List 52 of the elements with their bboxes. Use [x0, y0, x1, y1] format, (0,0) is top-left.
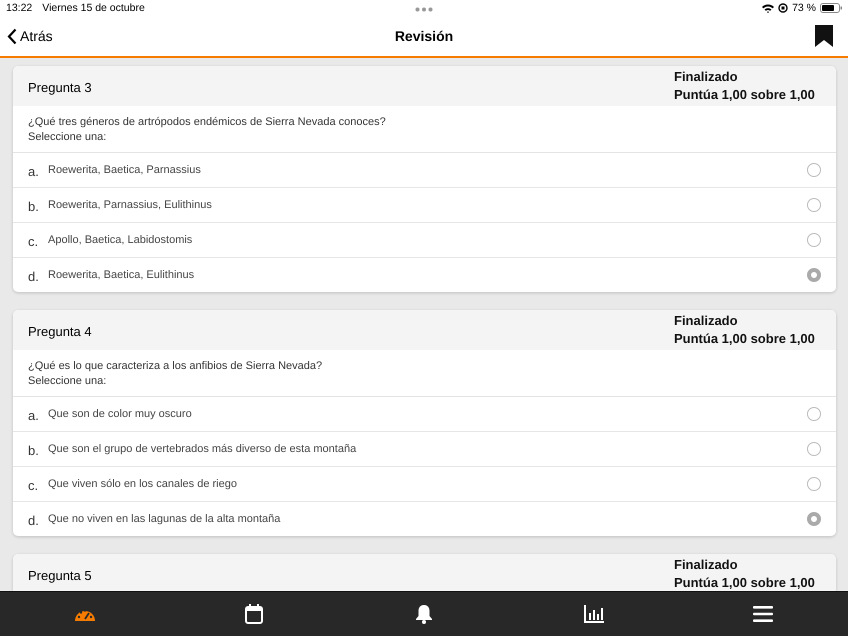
- radio-button[interactable]: [807, 477, 821, 491]
- option-text: Que no viven en las lagunas de la alta montaña: [48, 513, 282, 525]
- bookmark-icon[interactable]: [815, 25, 833, 47]
- question-state: Finalizado: [674, 69, 739, 85]
- option-text: Que son de color muy oscuro: [48, 408, 193, 420]
- option-letter: c.: [28, 477, 40, 493]
- option-letter: a.: [28, 407, 40, 423]
- option-letter: b.: [28, 198, 40, 214]
- radio-button[interactable]: [807, 442, 821, 456]
- option-text: Apollo, Baetica, Labidostomis: [48, 234, 194, 246]
- option-text: Que son el grupo de vertebrados más diverso de esta montaña: [48, 443, 358, 455]
- radio-button[interactable]: [807, 233, 821, 247]
- page-title: Revisión: [394, 28, 454, 44]
- question-text: ¿Qué tres géneros de artrópodos endémicos de Sierra Nevada conoces?: [28, 115, 387, 130]
- battery-icon: [820, 3, 842, 13]
- status-time: 13:22: [6, 2, 32, 14]
- option-text: Que viven sólo en los canales de riego: [48, 478, 238, 490]
- option-letter: b.: [28, 442, 40, 458]
- wifi-icon: [762, 4, 774, 12]
- battery-percent: 73 %: [792, 2, 816, 14]
- radio-button[interactable]: [807, 512, 821, 526]
- question-state: Finalizado: [674, 313, 739, 329]
- option-text: Roewerita, Parnassius, Eulithinus: [48, 199, 213, 211]
- calendar-icon: [245, 604, 264, 624]
- status-date: Viernes 15 de octubre: [42, 2, 145, 14]
- question-grade: Puntúa 1,00 sobre 1,00: [674, 575, 816, 591]
- option-letter: a.: [28, 163, 40, 179]
- option-text: Roewerita, Baetica, Parnassius: [48, 164, 202, 176]
- question-title: Pregunta 4: [28, 322, 92, 338]
- question-instruction: Seleccione una:: [28, 130, 108, 145]
- question-title: Pregunta 3: [28, 78, 92, 94]
- option-letter: d.: [28, 512, 40, 528]
- bar-chart-icon: [584, 605, 604, 623]
- multitasking-dots-icon: [415, 7, 433, 12]
- radio-button[interactable]: [807, 163, 821, 177]
- option-letter: d.: [28, 268, 40, 284]
- radio-button[interactable]: [807, 268, 821, 282]
- question-text: ¿Qué es lo que caracteriza a los anfibios de Sierra Nevada?: [28, 359, 324, 374]
- bell-icon: [414, 604, 433, 624]
- question-grade: Puntúa 1,00 sobre 1,00: [674, 87, 816, 103]
- radio-button[interactable]: [807, 198, 821, 212]
- radio-button[interactable]: [807, 407, 821, 421]
- option-letter: c.: [28, 233, 40, 249]
- question-grade: Puntúa 1,00 sobre 1,00: [674, 331, 816, 347]
- menu-icon: [753, 606, 774, 622]
- option-text: Roewerita, Baetica, Eulithinus: [48, 269, 196, 281]
- question-title: Pregunta 5: [28, 566, 92, 582]
- chevron-left-icon: [7, 28, 17, 44]
- back-button[interactable]: Atrás: [7, 28, 53, 44]
- question-state: Finalizado: [674, 557, 739, 573]
- question-instruction: Seleccione una:: [28, 374, 108, 389]
- orientation-lock-icon: [778, 3, 788, 13]
